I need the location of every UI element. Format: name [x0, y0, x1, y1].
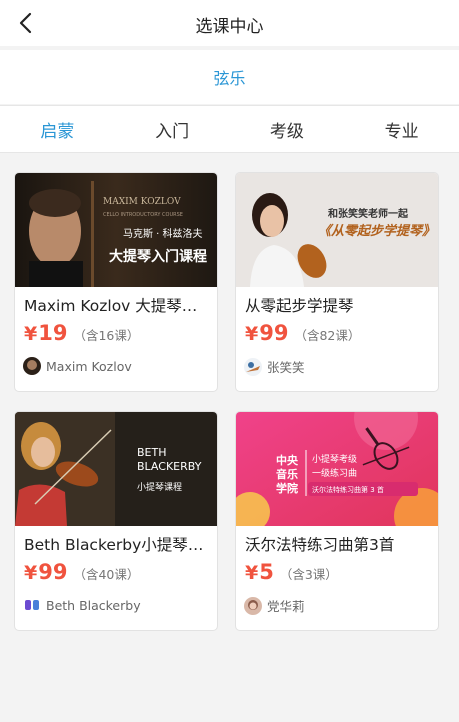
cover-text-line: 中央: [276, 453, 299, 467]
teacher-name: 党华莉: [267, 599, 305, 614]
course-cover-image: MAXIM KOZLOV CELLO INTRODUCTORY COURSE 马…: [15, 173, 217, 287]
lesson-count: （含40课）: [73, 567, 140, 582]
tab-level-zhuanye[interactable]: 专业: [344, 106, 459, 152]
price-value: 99: [259, 321, 289, 345]
teacher-info: 党华莉: [244, 596, 305, 615]
cover-text-line: 《从零起步学提琴》: [318, 223, 435, 239]
teacher-info: 张笑笑: [244, 357, 305, 376]
cover-text-line: 沃尔法特练习曲第 3 首: [312, 485, 384, 494]
teacher-name: 张笑笑: [267, 360, 305, 375]
cover-text-line: CELLO INTRODUCTORY COURSE: [103, 212, 183, 218]
cover-text-line: BETH: [137, 446, 167, 459]
level-tabs: 启蒙 入门 考级 专业: [0, 105, 459, 153]
lesson-count: （含3课）: [279, 567, 338, 582]
category-label: 弦乐: [213, 69, 246, 88]
tab-level-qimeng[interactable]: 启蒙: [0, 106, 115, 152]
course-card[interactable]: 中央 音乐 学院 小提琴考级 一级练习曲 沃尔法特练习曲第 3 首 沃尔法特练习…: [235, 411, 439, 631]
lesson-count: （含82课）: [294, 328, 361, 343]
price-currency: ¥: [24, 562, 38, 584]
course-card[interactable]: 和张笑笑老师一起 《从零起步学提琴》 从零起步学提琴 ¥ 99 （含82课） 张…: [235, 172, 439, 392]
teacher-name: Maxim Kozlov: [46, 358, 132, 374]
tab-level-kaoji[interactable]: 考级: [230, 106, 345, 152]
avatar: [23, 596, 41, 614]
price-currency: ¥: [245, 562, 259, 584]
course-cover-image: 和张笑笑老师一起 《从零起步学提琴》: [236, 173, 438, 287]
price-value: 5: [259, 560, 274, 584]
course-price: ¥ 5 （含3课）: [245, 560, 338, 584]
teacher-name: Beth Blackerby: [46, 597, 141, 613]
tab-level-rumen[interactable]: 入门: [115, 106, 230, 152]
price-currency: ¥: [245, 323, 259, 345]
avatar: [244, 596, 262, 615]
category-header[interactable]: 弦乐: [0, 50, 459, 104]
avatar: [244, 357, 262, 376]
course-price: ¥ 99 （含40课）: [24, 560, 139, 584]
avatar: [23, 357, 41, 375]
cover-text-line: MAXIM KOZLOV: [103, 197, 181, 207]
course-title: 从零起步学提琴: [245, 297, 354, 315]
price-value: 19: [38, 321, 68, 345]
cover-text-line: 小提琴考级: [312, 453, 357, 465]
course-title: 沃尔法特练习曲第3首: [245, 536, 395, 554]
course-cover-image: BETH BLACKERBY 小提琴课程: [15, 412, 217, 526]
cover-text-line: 音乐: [276, 467, 298, 481]
course-title: Beth Blackerby小提琴入门课程: [24, 536, 210, 554]
page-title: 选课中心: [195, 17, 264, 37]
cover-text-line: 和张笑笑老师一起: [327, 207, 409, 220]
teacher-info: Maxim Kozlov: [23, 357, 132, 375]
cover-text-line: 马克斯 · 科兹洛夫: [123, 227, 203, 240]
price-currency: ¥: [24, 323, 38, 345]
top-nav-bar: 选课中心: [0, 0, 459, 46]
course-price: ¥ 19 （含16课）: [24, 321, 139, 345]
course-card[interactable]: BETH BLACKERBY 小提琴课程 Beth Blackerby小提琴入门…: [14, 411, 218, 631]
cover-text-line: 学院: [276, 481, 298, 495]
course-title: Maxim Kozlov 大提琴入门课程: [24, 297, 210, 315]
price-value: 99: [38, 560, 68, 584]
cover-text-line: 一级练习曲: [312, 467, 357, 479]
cover-text-line: 小提琴课程: [137, 482, 182, 493]
cover-text-line: BLACKERBY: [137, 460, 202, 473]
cover-text-line: 大提琴入门课程: [109, 248, 207, 265]
teacher-info: Beth Blackerby: [23, 596, 141, 614]
course-price: ¥ 99 （含82课）: [245, 321, 360, 345]
course-cover-image: 中央 音乐 学院 小提琴考级 一级练习曲 沃尔法特练习曲第 3 首: [236, 412, 438, 526]
lesson-count: （含16课）: [73, 328, 140, 343]
course-card[interactable]: MAXIM KOZLOV CELLO INTRODUCTORY COURSE 马…: [14, 172, 218, 392]
